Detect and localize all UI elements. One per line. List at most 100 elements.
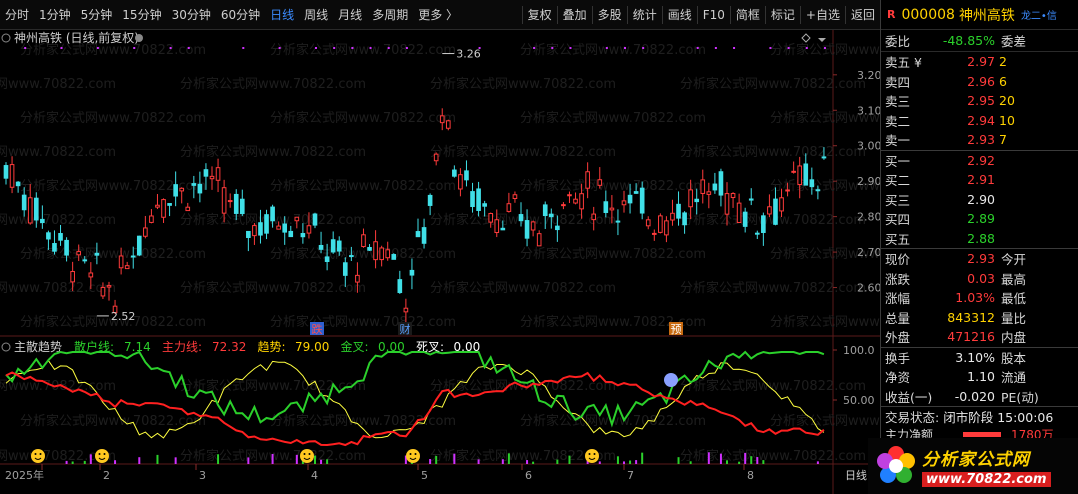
period-tab[interactable]: 30分钟 [167,0,216,30]
candle-body [3,165,9,179]
toolbar-button[interactable]: 叠加 [558,0,592,30]
candle-body [46,232,51,240]
smiley-eye [34,453,37,455]
candle-body [155,204,160,208]
watermark-text: 分析家公式网www.70822.com [520,246,706,262]
watermark-text: 分析家公式网www.70822.com [680,144,866,160]
candle-body [585,171,590,189]
period-tab[interactable]: 日线 [265,0,299,30]
toolbar-button[interactable]: F10 [698,0,730,30]
candle-body [464,170,469,181]
toolbar-button[interactable]: 统计 [628,0,662,30]
candle-body [645,219,651,227]
stat-value: 843312 [947,309,995,325]
stat-label-2: 流通 [1001,370,1027,386]
stat-label-2: PE(动) [1001,389,1039,405]
period-tab[interactable]: 60分钟 [216,0,265,30]
period-tab[interactable]: 15分钟 [117,0,166,30]
histogram-bar [635,460,638,464]
period-tab[interactable]: 分时 [0,0,34,30]
period-tab-bottom: 日线 [845,468,867,482]
x-axis-label: 8 [747,469,754,482]
period-tab[interactable]: 多周期 [367,0,413,30]
candle-body [773,198,778,225]
candle-body [252,225,257,237]
candle-body [718,171,724,196]
kline-chart[interactable]: 分析家公式网www.70822.com 分析家公式网www.70822.com 分析… [0,30,956,494]
stat-label-2: 量比 [1001,310,1027,326]
watermark-text: 分析家公式网www.70822.com [180,144,366,160]
candle-body [494,219,500,234]
period-tab[interactable]: 周线 [299,0,333,30]
stats-list: 现价 2.93 今开 涨跌 0.03 最高 涨幅 1.03% 最低 总量 843312 量比 外盘 471… [881,249,1078,347]
indicator-item-label: 主力线: [162,340,202,354]
candle-body [415,231,421,238]
signal-dot [278,47,281,49]
signal-dot [805,47,808,49]
period-tab[interactable]: 5分钟 [76,0,118,30]
stat-label-2: 最高 [1001,271,1027,287]
toolbar-button[interactable]: +自选 [801,0,845,30]
trade-status-row: 交易状态: 闭市阶段 15:00:06 [881,406,1078,426]
stat-label: 换手 [885,350,911,366]
stock-tag[interactable]: 龙二•信 [1021,7,1057,22]
candle-body [27,197,33,224]
x-axis-label: 7 [627,469,634,482]
stat-value: -0.020 [954,388,995,404]
candle-body [264,214,269,234]
candle-body [524,220,530,239]
quote-level-label: 卖三 [885,94,911,110]
toolbar-button[interactable]: 多股 [593,0,627,30]
logo-url: www.70822.com [922,472,1051,487]
toolbar-button[interactable]: 返回 [846,0,880,30]
candle-body [821,156,827,159]
candle-body [379,247,384,261]
x-axis-label: 6 [525,469,532,482]
x-axis-label: 4 [311,469,318,482]
candle-body [282,223,288,233]
toolbar-button[interactable]: 标记 [766,0,800,30]
toolbar-button[interactable]: 复权 [523,0,557,30]
watermark-text: 分析家公式网www.70822.com [520,42,706,58]
period-tab[interactable]: 1分钟 [34,0,76,30]
watermark-text: 分析家公式网www.70822.com [270,413,456,429]
candle-body [427,194,433,206]
watermark-text: 分析家公式网www.70822.com [180,76,366,92]
candle-body [639,187,645,214]
period-tab[interactable]: 更多 〉 [413,0,463,30]
candle-body [627,194,633,204]
signal-dot [823,47,826,49]
toolbar-button[interactable]: 简框 [731,0,765,30]
candle-body [294,216,300,222]
event-marker: 跌 [312,322,323,336]
price-tick-label: 2.60 [857,282,880,295]
candle-body [670,212,675,221]
toolbar-button[interactable]: 画线 [663,0,697,30]
candle-body [688,189,693,208]
candle-body [124,265,130,270]
candle-body [149,215,154,223]
chevron-down-icon[interactable] [135,34,143,42]
stat-label-2: 最低 [1001,291,1027,307]
quote-price: 2.96 [967,73,995,89]
histogram-bar [477,459,480,464]
quote-level-label: 买三 [885,192,911,208]
signal-dot [569,47,572,49]
watermark-text: 分析家公式网www.70822.com [270,110,456,126]
indicator-item-value: 79.00 [295,340,329,354]
signal-dot [60,47,63,49]
histogram-bar [453,453,456,464]
quote-volume: 2 [999,54,1007,70]
signal-dot [169,47,172,49]
watermark-text: 分析家公式网www.70822.com [270,246,456,262]
signal-dot [369,47,372,49]
candle-body [748,198,754,201]
signal-dot [478,47,481,49]
watermark-text: 分析家公式网www.70822.com [180,280,366,296]
period-tab[interactable]: 月线 [333,0,367,30]
candle-body [246,230,251,238]
watermark-text: 分析家公式网www.70822.com [680,76,866,92]
chart-area[interactable]: 分析家公式网www.70822.com 分析家公式网www.70822.com 分析… [0,30,956,494]
candle-body [276,225,281,230]
smiley-eye [593,453,596,455]
